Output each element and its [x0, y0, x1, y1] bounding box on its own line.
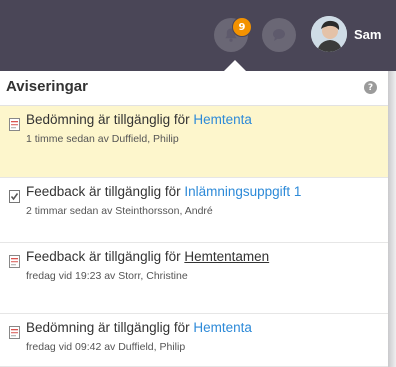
notification-count-badge: 9 [232, 17, 252, 37]
notification-text: Bedömning är tillgänglig för Hemtenta [26, 112, 252, 127]
user-photo-icon [311, 16, 347, 52]
notification-prefix: Feedback är tillgänglig för [26, 249, 185, 264]
assignment-link[interactable]: Hemtenta [193, 112, 252, 127]
checked-document-icon [9, 188, 20, 203]
notification-text: Feedback är tillgänglig för Hemtentamen [26, 249, 269, 264]
notification-text: Bedömning är tillgänglig för Hemtenta [26, 320, 252, 335]
notification-prefix: Feedback är tillgänglig för [26, 184, 185, 199]
chat-bubble-icon [273, 29, 285, 41]
user-name[interactable]: Sam [354, 27, 381, 42]
notification-prefix: Bedömning är tillgänglig för [26, 112, 194, 127]
dropdown-caret [224, 60, 246, 71]
notification-meta: fredag vid 19:23 av Storr, Christine [26, 270, 188, 282]
user-avatar[interactable] [311, 16, 347, 52]
notification-text: Feedback är tillgänglig för Inlämningsup… [26, 184, 301, 199]
notification-item[interactable]: Bedömning är tillgänglig för Hemtenta 1 t… [0, 106, 388, 178]
assignment-link[interactable]: Hemtenta [193, 320, 252, 335]
notification-item[interactable]: Feedback är tillgänglig för Hemtentamen f… [0, 243, 388, 314]
panel-header: Aviseringar ? [0, 71, 388, 106]
document-icon [9, 116, 20, 131]
assignment-link[interactable]: Hemtentamen [184, 249, 269, 264]
messages-button[interactable] [262, 18, 296, 52]
notification-meta: 2 timmar sedan av Steinthorsson, André [26, 205, 213, 217]
help-icon[interactable]: ? [364, 81, 377, 94]
assignment-link[interactable]: Inlämningsuppgift 1 [184, 184, 301, 199]
top-navigation-bar: 9 Sam [0, 0, 396, 71]
notification-item[interactable]: Feedback är tillgänglig för Inlämningsup… [0, 178, 388, 243]
notification-meta: fredag vid 09:42 av Duffield, Philip [26, 341, 186, 353]
notification-item[interactable]: Bedömning är tillgänglig för Hemtenta fre… [0, 314, 388, 367]
notification-meta: 1 timme sedan av Duffield, Philip [26, 133, 179, 145]
panel-edge [388, 71, 396, 367]
document-icon [9, 324, 20, 339]
notification-prefix: Bedömning är tillgänglig för [26, 320, 194, 335]
panel-title: Aviseringar [6, 78, 88, 95]
document-icon [9, 253, 20, 268]
notifications-panel: Aviseringar ? Bedömning är tillgänglig f… [0, 71, 388, 367]
